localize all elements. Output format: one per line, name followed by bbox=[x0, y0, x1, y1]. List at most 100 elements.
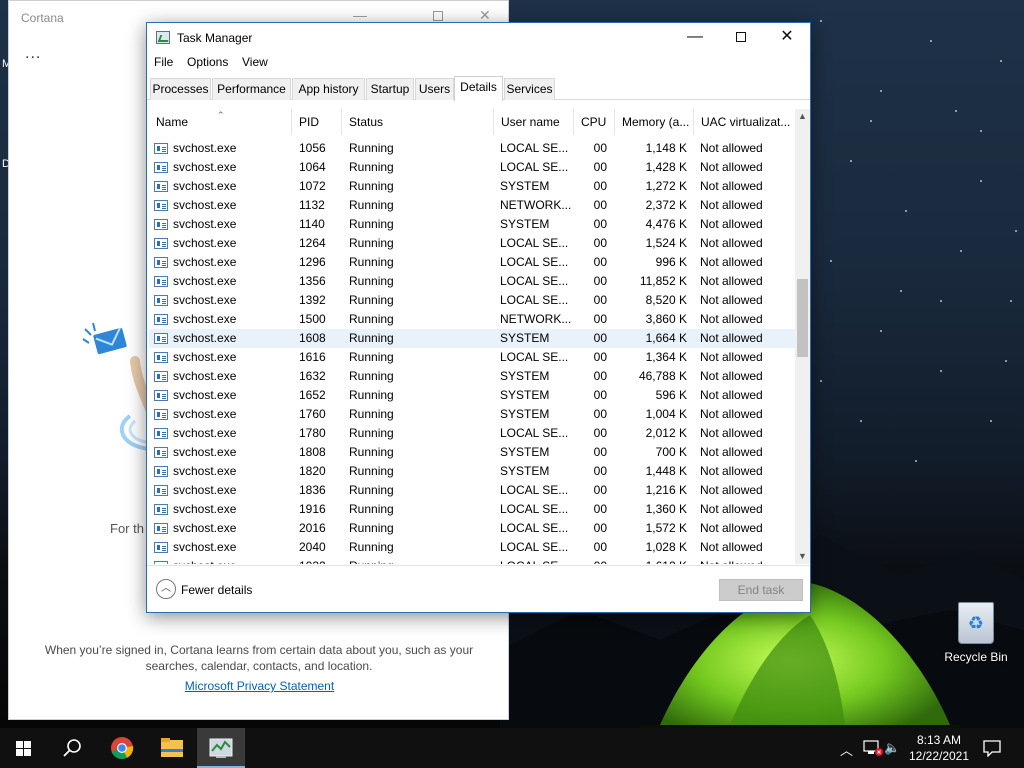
table-row[interactable]: svchost.exe 1392 Running LOCAL SE... 00 8,520… bbox=[149, 291, 795, 310]
table-row[interactable]: svchost.exe 1608 Running SYSTEM 00 1,664 K Not… bbox=[149, 329, 795, 348]
table-row[interactable]: svchost.exe 1064 Running LOCAL SE... 00 1,428… bbox=[149, 158, 795, 177]
footer: ︿ Fewer details End task bbox=[147, 565, 810, 612]
column-header-pid[interactable]: PID bbox=[292, 109, 342, 135]
table-row[interactable]: svchost.exe 1632 Running SYSTEM 00 46,788 K No… bbox=[149, 367, 795, 386]
scroll-up-icon[interactable]: ▲ bbox=[795, 109, 810, 124]
table-row[interactable]: svchost.exe 1264 Running LOCAL SE... 00 1,524… bbox=[149, 234, 795, 253]
column-header-name[interactable]: ⌃ Name bbox=[149, 109, 292, 135]
table-row[interactable]: svchost.exe 1132 Running NETWORK... 00 2,372 … bbox=[149, 196, 795, 215]
task-manager-window: Task Manager — ✕ File Options View Proce… bbox=[146, 22, 811, 613]
process-icon bbox=[154, 238, 168, 249]
process-icon bbox=[154, 561, 168, 564]
column-header-user-name[interactable]: User name bbox=[494, 109, 574, 135]
table-row[interactable]: svchost.exe 1500 Running NETWORK... 00 3,860 … bbox=[149, 310, 795, 329]
vertical-scrollbar[interactable]: ▲ ▼ bbox=[795, 109, 810, 564]
chrome-button[interactable] bbox=[98, 728, 146, 768]
tab-processes[interactable]: Processes bbox=[150, 78, 211, 100]
details-table: ⌃ Name PID Status User name CPU Memory (… bbox=[149, 109, 795, 564]
cell-memory: 2,372 K bbox=[645, 198, 687, 212]
cell-uac-virtualization: Not allowed bbox=[700, 255, 763, 269]
table-row[interactable]: svchost.exe 1072 Running SYSTEM 00 1,272 K Not… bbox=[149, 177, 795, 196]
title-bar[interactable]: Task Manager — ✕ bbox=[147, 23, 810, 53]
tab-app-history[interactable]: App history bbox=[292, 78, 365, 100]
chevron-up-icon[interactable]: ︿ bbox=[156, 579, 176, 599]
show-hidden-icons-icon[interactable]: ︿ bbox=[840, 740, 853, 759]
cell-cpu: 00 bbox=[593, 483, 607, 497]
end-task-button[interactable]: End task bbox=[719, 579, 803, 601]
menu-view[interactable]: View bbox=[242, 55, 268, 69]
table-row[interactable]: svchost.exe 1616 Running LOCAL SE... 00 1,364… bbox=[149, 348, 795, 367]
table-row[interactable]: svchost.exe 1780 Running LOCAL SE... 00 2,012… bbox=[149, 424, 795, 443]
tab-performance[interactable]: Performance bbox=[212, 78, 291, 100]
cell-uac-virtualization: Not allowed bbox=[700, 557, 792, 564]
tab-details[interactable]: Details bbox=[454, 76, 503, 101]
volume-icon[interactable]: 🔈 bbox=[884, 740, 900, 756]
table-row[interactable]: svchost.exe 1760 Running SYSTEM 00 1,004 K Not… bbox=[149, 405, 795, 424]
column-header-memory[interactable]: Memory (a... bbox=[615, 109, 694, 135]
star bbox=[980, 180, 982, 182]
cell-uac-virtualization: Not allowed bbox=[700, 502, 763, 516]
cell-memory: 3,860 K bbox=[645, 312, 687, 326]
cell-uac-virtualization: Not allowed bbox=[700, 198, 763, 212]
privacy-statement-link[interactable]: Microsoft Privacy Statement bbox=[9, 679, 510, 693]
recycle-bin[interactable]: Recycle Bin bbox=[940, 600, 1012, 670]
task-manager-taskbar-button[interactable] bbox=[197, 728, 245, 768]
cell-status: Running bbox=[349, 293, 394, 307]
tab-users[interactable]: Users bbox=[415, 78, 454, 100]
star bbox=[820, 380, 822, 382]
fewer-details-button[interactable]: Fewer details bbox=[181, 583, 252, 597]
minimize-icon[interactable]: — bbox=[353, 7, 367, 23]
cell-user-name: NETWORK... bbox=[500, 312, 572, 326]
maximize-button[interactable] bbox=[718, 23, 764, 53]
cell-user-name: LOCAL SE... bbox=[500, 426, 569, 440]
notifications-icon[interactable] bbox=[982, 739, 1002, 757]
cell-pid: 1056 bbox=[299, 141, 326, 155]
taskbar-clock[interactable]: 8:13 AM 12/22/2021 bbox=[902, 732, 976, 764]
tab-startup[interactable]: Startup bbox=[366, 78, 414, 100]
star bbox=[940, 370, 942, 372]
process-icon bbox=[154, 162, 168, 173]
table-row[interactable]: svchost.exe 1916 Running LOCAL SE... 00 1,360… bbox=[149, 500, 795, 519]
column-header-uac[interactable]: UAC virtualizat... bbox=[694, 109, 795, 135]
cell-status: Running bbox=[349, 464, 394, 478]
search-button[interactable] bbox=[48, 728, 96, 768]
table-row[interactable]: svchost.exe 1056 Running LOCAL SE... 00 1,148… bbox=[149, 139, 795, 158]
cell-cpu: 00 bbox=[593, 274, 607, 288]
table-row[interactable]: svchost.exe 2016 Running LOCAL SE... 00 1,572… bbox=[149, 519, 795, 538]
table-row[interactable]: svchost.exe 1652 Running SYSTEM 00 596 K Not a… bbox=[149, 386, 795, 405]
scrollbar-thumb[interactable] bbox=[797, 279, 808, 357]
cell-name: svchost.exe bbox=[173, 483, 237, 497]
star bbox=[880, 330, 882, 332]
table-row[interactable]: svchost.exe 1808 Running SYSTEM 00 700 K Not a… bbox=[149, 443, 795, 462]
cell-name: svchost.exe bbox=[173, 236, 237, 250]
star bbox=[820, 20, 822, 22]
cell-pid: 1132 bbox=[299, 198, 325, 212]
table-row[interactable]: svchost.exe 1356 Running LOCAL SE... 00 11,85… bbox=[149, 272, 795, 291]
more-options-button[interactable]: ... bbox=[25, 45, 41, 63]
table-row[interactable]: svchost.exe 2040 Running LOCAL SE... 00 1,028… bbox=[149, 538, 795, 557]
scroll-down-icon[interactable]: ▼ bbox=[795, 549, 810, 564]
table-row[interactable]: svchost.exe 1836 Running LOCAL SE... 00 1,216… bbox=[149, 481, 795, 500]
menu-file[interactable]: File bbox=[154, 55, 173, 69]
tab-services[interactable]: Services bbox=[504, 78, 555, 100]
cell-uac-virtualization: Not allowed bbox=[700, 141, 763, 155]
cell-pid: 1064 bbox=[299, 160, 326, 174]
minimize-button[interactable]: — bbox=[672, 23, 718, 53]
maximize-icon[interactable] bbox=[433, 7, 443, 23]
cell-name: svchost.exe bbox=[173, 198, 237, 212]
table-row[interactable]: svchost.exe 1820 Running SYSTEM 00 1,448 K Not… bbox=[149, 462, 795, 481]
process-icon bbox=[154, 542, 168, 553]
close-button[interactable]: ✕ bbox=[764, 23, 810, 53]
star bbox=[915, 460, 917, 462]
network-icon[interactable] bbox=[862, 739, 884, 757]
column-header-status[interactable]: Status bbox=[342, 109, 494, 135]
cell-name: svchost.exe bbox=[173, 445, 237, 459]
table-row[interactable]: svchost.exe 1296 Running LOCAL SE... 00 996 K… bbox=[149, 253, 795, 272]
table-row[interactable]: svchost.exe 1032 Running LOCAL SE... 00 1,612… bbox=[149, 557, 795, 564]
file-explorer-button[interactable] bbox=[148, 728, 196, 768]
cell-user-name: SYSTEM bbox=[500, 464, 550, 478]
menu-options[interactable]: Options bbox=[187, 55, 228, 69]
start-button[interactable] bbox=[0, 728, 48, 768]
column-header-cpu[interactable]: CPU bbox=[574, 109, 615, 135]
table-row[interactable]: svchost.exe 1140 Running SYSTEM 00 4,476 K Not… bbox=[149, 215, 795, 234]
